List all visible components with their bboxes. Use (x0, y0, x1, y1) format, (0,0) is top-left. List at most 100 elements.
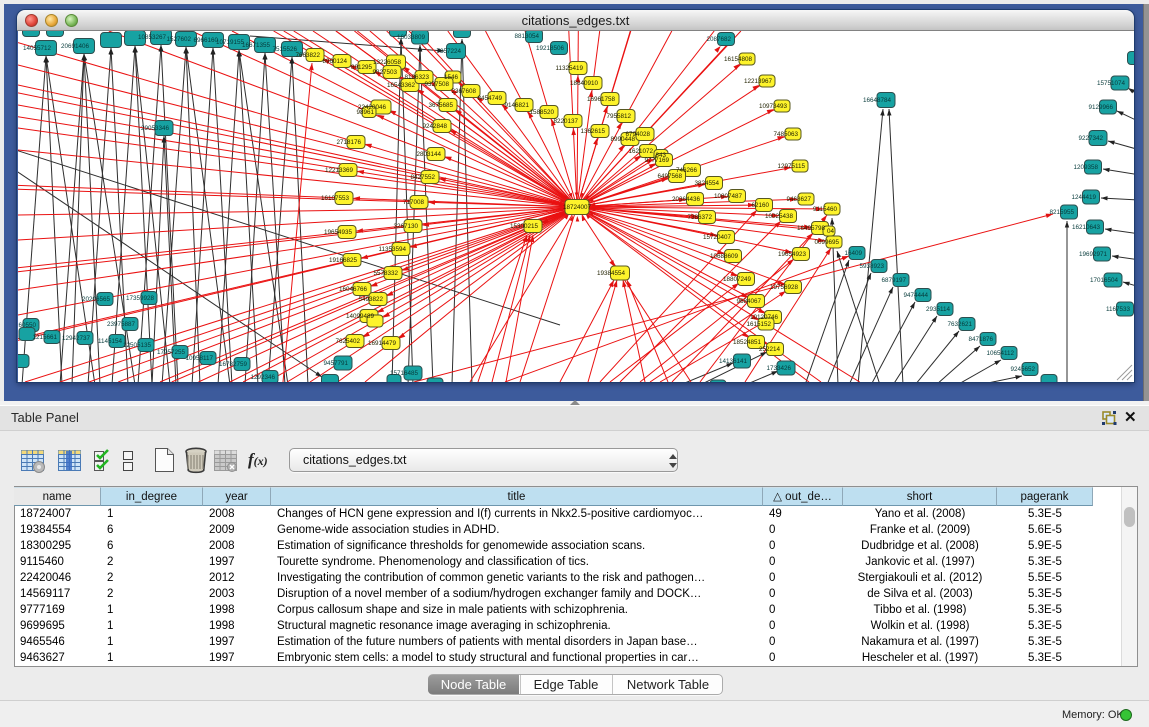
svg-text:9146821: 9146821 (504, 102, 529, 109)
svg-text:8471876: 8471876 (968, 336, 993, 343)
svg-text:1588520: 1588520 (529, 109, 554, 116)
svg-text:891295: 891295 (351, 64, 373, 71)
svg-text:8186323: 8186323 (404, 74, 429, 81)
svg-text:9245652: 9245652 (1010, 366, 1035, 373)
svg-text:16154808: 16154808 (724, 56, 753, 63)
svg-text:8427552: 8427552 (410, 174, 435, 181)
svg-text:10853267: 10853267 (138, 34, 167, 41)
svg-text:1546: 1546 (444, 74, 459, 81)
svg-text:9227342: 9227342 (1078, 135, 1103, 142)
svg-text:5493822: 5493822 (358, 296, 383, 303)
svg-text:9827503: 9827503 (372, 69, 397, 76)
svg-text:10688609: 10688609 (710, 253, 739, 260)
svg-text:15720407: 15720407 (703, 234, 732, 241)
svg-text:10719155: 10719155 (216, 39, 245, 46)
svg-text:16107553: 16107553 (321, 195, 350, 202)
svg-text:10025438: 10025438 (765, 213, 794, 220)
svg-text:14136141: 14136141 (719, 358, 748, 365)
svg-text:7357224: 7357224 (436, 48, 461, 55)
svg-text:17016504: 17016504 (1090, 277, 1119, 284)
svg-text:9129966: 9129966 (1088, 104, 1113, 111)
svg-text:14099489: 14099489 (346, 313, 375, 320)
svg-text:2087682: 2087682 (706, 36, 731, 43)
svg-text:12505135: 12505135 (123, 342, 152, 349)
svg-text:16046766: 16046766 (339, 286, 368, 293)
svg-text:9684067: 9684067 (736, 298, 761, 305)
svg-text:9242848: 9242848 (422, 123, 447, 130)
svg-text:19166825: 19166825 (329, 257, 358, 264)
svg-text:18724007: 18724007 (563, 204, 592, 211)
svg-text:2718176: 2718176 (336, 139, 361, 146)
svg-text:9457791: 9457791 (323, 360, 348, 367)
svg-text:16409: 16409 (844, 250, 862, 257)
svg-text:17957255: 17957255 (157, 349, 186, 356)
svg-text:16648784: 16648784 (863, 97, 892, 104)
svg-text:7955812: 7955812 (606, 113, 631, 120)
svg-text:9115460: 9115460 (813, 206, 838, 213)
svg-text:0099695: 0099695 (814, 239, 839, 246)
svg-text:9327508: 9327508 (424, 81, 449, 88)
svg-text:13226058: 13226058 (373, 59, 402, 66)
svg-text:8813054: 8813054 (514, 33, 539, 40)
svg-text:3267130: 3267130 (393, 223, 418, 230)
svg-text:7386372: 7386372 (687, 214, 712, 221)
svg-text:7485063: 7485063 (773, 131, 798, 138)
svg-text:10973493: 10973493 (759, 103, 788, 110)
svg-text:9474444: 9474444 (903, 292, 928, 299)
svg-text:15300215: 15300215 (510, 223, 539, 230)
svg-text:8960124: 8960124 (322, 58, 347, 65)
svg-text:17359928: 17359928 (126, 295, 155, 302)
svg-text:8220137: 8220137 (553, 118, 578, 125)
svg-text:252214: 252214 (759, 346, 781, 353)
svg-text:1292346: 1292346 (250, 374, 275, 381)
svg-text:62160: 62160 (751, 202, 769, 209)
svg-text:1209358: 1209358 (1073, 164, 1098, 171)
svg-text:11325419: 11325419 (555, 65, 583, 72)
svg-text:1215661: 1215661 (32, 334, 57, 341)
svg-text:9777169: 9777169 (644, 157, 669, 164)
svg-text:1527602: 1527602 (166, 36, 191, 43)
svg-text:2803144: 2803144 (416, 151, 441, 158)
svg-text:7663822: 7663822 (295, 52, 320, 59)
svg-text:16671355: 16671355 (242, 42, 271, 49)
svg-text:26260550: 26260550 (18, 322, 36, 329)
svg-text:7632621: 7632621 (947, 321, 972, 328)
svg-text:20364436: 20364436 (672, 196, 701, 203)
svg-text:15716485: 15716485 (390, 370, 419, 377)
svg-text:12942737: 12942737 (62, 335, 91, 342)
svg-text:10120746: 10120746 (750, 314, 779, 321)
svg-text:1362615: 1362615 (580, 128, 605, 135)
svg-text:19654923: 19654923 (778, 251, 807, 258)
svg-text:16961758: 16961758 (587, 96, 616, 103)
svg-text:19692971: 19692971 (1079, 251, 1108, 258)
svg-text:1621072: 1621072 (628, 148, 653, 155)
svg-text:16782759: 16782759 (219, 361, 248, 368)
svg-text:16543362: 16543362 (387, 82, 416, 89)
svg-text:20206565: 20206565 (82, 296, 111, 303)
svg-text:11353594: 11353594 (378, 246, 406, 253)
svg-text:1615152: 1615152 (746, 321, 771, 328)
svg-text:16210643: 16210643 (1072, 224, 1101, 231)
svg-text:19756928: 19756928 (770, 284, 799, 291)
svg-text:1145154: 1145154 (98, 338, 123, 345)
svg-text:717008: 717008 (403, 199, 425, 206)
svg-text:7625402: 7625402 (335, 338, 360, 345)
svg-text:1167533: 1167533 (1106, 306, 1131, 313)
svg-text:7515526: 7515526 (272, 46, 297, 53)
svg-text:19654935: 19654935 (324, 229, 353, 236)
svg-text:18524851: 18524851 (733, 339, 762, 346)
svg-text:12213967: 12213967 (744, 78, 773, 85)
svg-text:5578332: 5578332 (373, 270, 398, 277)
svg-text:2367608: 2367608 (451, 88, 476, 95)
svg-text:98961: 98961 (356, 109, 374, 116)
svg-text:8215955: 8215955 (1049, 209, 1074, 216)
svg-text:16914479: 16914479 (368, 340, 397, 347)
svg-text:8454749: 8454749 (477, 95, 502, 102)
svg-text:23975887: 23975887 (107, 321, 136, 328)
svg-text:1733426: 1733426 (766, 365, 791, 372)
svg-text:10654112: 10654112 (986, 350, 1014, 357)
svg-text:16033809: 16033809 (397, 34, 426, 41)
svg-text:3675685: 3675685 (428, 102, 453, 109)
svg-text:6966160: 6966160 (193, 37, 218, 44)
svg-text:3824554: 3824554 (694, 180, 719, 187)
